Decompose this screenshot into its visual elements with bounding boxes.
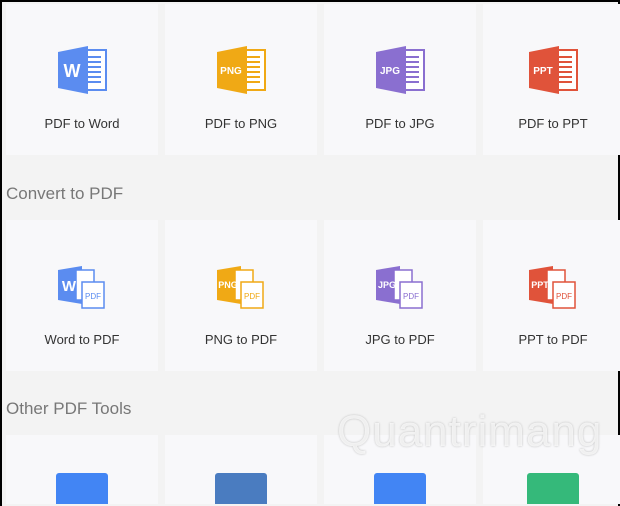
- section-title-other-tools: Other PDF Tools: [6, 399, 132, 418]
- tool-label: PPT to PDF: [518, 332, 588, 347]
- svg-text:PDF: PDF: [556, 292, 572, 301]
- tool-label: PDF to Word: [44, 116, 120, 131]
- word-to-pdf-icon: W PDF: [54, 258, 110, 314]
- svg-text:PPT: PPT: [533, 66, 552, 77]
- svg-text:PDF: PDF: [244, 292, 260, 301]
- tool-card-png-to-pdf[interactable]: PNG PDF PNG to PDF: [165, 220, 317, 371]
- split-pdf-icon: [527, 473, 579, 504]
- ppt-to-pdf-icon: PPT PDF: [525, 258, 581, 314]
- pdf-from-row: W PDF to Word PNG PDF to PNG JPG PDF to …: [6, 4, 620, 155]
- tool-card-pdf-to-word[interactable]: W PDF to Word: [6, 4, 158, 155]
- tool-label: PDF to PPT: [518, 116, 588, 131]
- compress-pdf-icon: [374, 473, 426, 504]
- image-pdf-icon: [215, 473, 267, 504]
- svg-text:PDF: PDF: [403, 292, 419, 301]
- tool-card-jpg-to-pdf[interactable]: JPG PDF JPG to PDF: [324, 220, 476, 371]
- tool-card-image-pdf[interactable]: [165, 435, 317, 504]
- svg-text:W: W: [64, 61, 81, 81]
- tool-card-pdf-to-png[interactable]: PNG PDF to PNG: [165, 4, 317, 155]
- tool-label: JPG to PDF: [365, 332, 435, 347]
- tool-card-ppt-to-pdf[interactable]: PPT PDF PPT to PDF: [483, 220, 620, 371]
- jpg-icon: JPG: [372, 42, 428, 98]
- jpg-to-pdf-icon: JPG PDF: [372, 258, 428, 314]
- svg-text:PNG: PNG: [218, 280, 238, 290]
- tool-label: Word to PDF: [44, 332, 120, 347]
- svg-text:W: W: [62, 278, 77, 295]
- svg-text:PPT: PPT: [531, 280, 549, 290]
- section-title-convert-to-pdf: Convert to PDF: [6, 184, 124, 203]
- tool-card-word-to-pdf[interactable]: W PDF Word to PDF: [6, 220, 158, 371]
- tool-card-pdf-to-ppt[interactable]: PPT PDF to PPT: [483, 4, 620, 155]
- pdf-tools-page: W PDF to Word PNG PDF to PNG JPG PDF to …: [2, 2, 620, 506]
- svg-text:PDF: PDF: [85, 292, 101, 301]
- edit-pdf-icon: [56, 473, 108, 504]
- png-to-pdf-icon: PNG PDF: [213, 258, 269, 314]
- convert-to-pdf-row: W PDF Word to PDF PNG PDF PNG to PDF JPG…: [6, 220, 620, 371]
- svg-text:PNG: PNG: [220, 66, 242, 77]
- tool-card-edit-pdf[interactable]: [6, 435, 158, 504]
- tool-label: PDF to PNG: [204, 116, 278, 131]
- tool-card-pdf-to-jpg[interactable]: JPG PDF to JPG: [324, 4, 476, 155]
- tool-label: PNG to PDF: [204, 332, 278, 347]
- tool-label: PDF to JPG: [365, 116, 435, 131]
- png-icon: PNG: [213, 42, 269, 98]
- watermark-logo: Quantrimang: [337, 407, 603, 456]
- word-icon: W: [54, 42, 110, 98]
- ppt-icon: PPT: [525, 42, 581, 98]
- svg-text:JPG: JPG: [378, 280, 396, 290]
- svg-text:JPG: JPG: [380, 66, 400, 77]
